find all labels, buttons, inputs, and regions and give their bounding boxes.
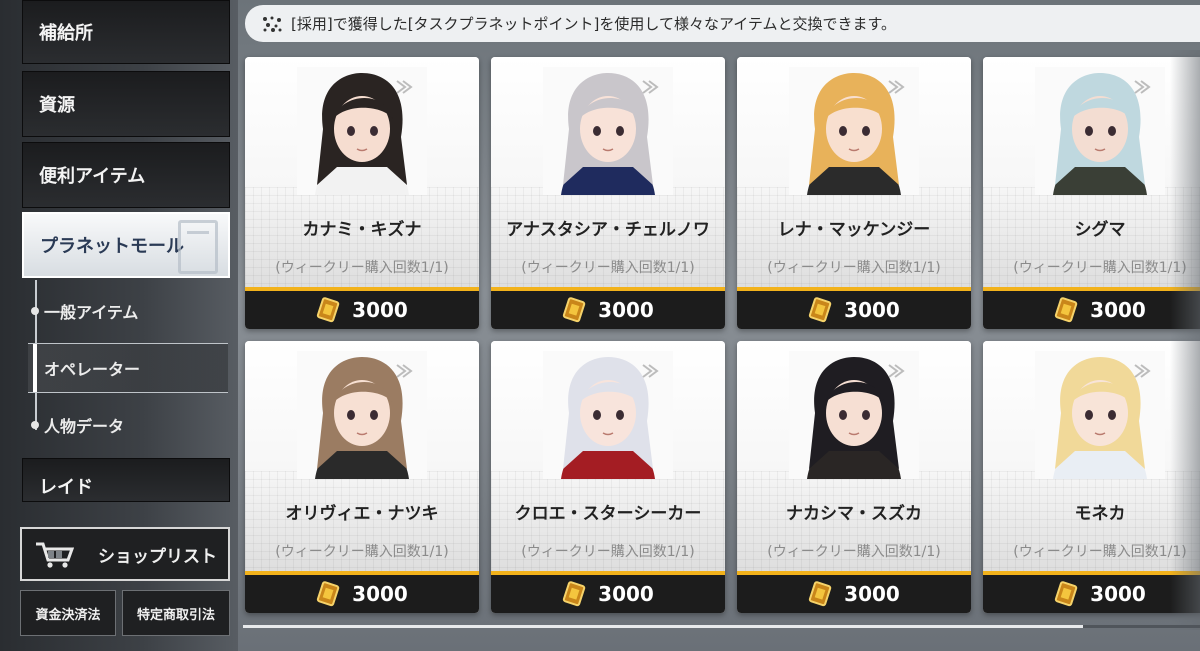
gold-ticket-icon xyxy=(1055,581,1078,607)
operator-name: アナスタシア・チェルノワ xyxy=(506,220,710,240)
gold-ticket-icon xyxy=(1055,297,1078,323)
gold-ticket-icon xyxy=(809,581,832,607)
price-bar: 3000 xyxy=(491,287,725,329)
operator-name: シグマ xyxy=(1074,220,1126,240)
fund-settlement-act-button[interactable]: 資金決済法 xyxy=(20,590,116,636)
sidebar-item-convenience[interactable]: 便利アイテム xyxy=(22,142,230,208)
purchase-limit: (ウィークリー購入回数1/1) xyxy=(767,544,941,560)
price-value: 3000 xyxy=(598,582,654,606)
operator-card[interactable]: アナスタシア・チェルノワ (ウィークリー購入回数1/1) 3000 xyxy=(491,57,725,329)
sparkle-dots-icon xyxy=(263,16,282,32)
operator-card[interactable]: シグマ (ウィークリー購入回数1/1) 3000 xyxy=(983,57,1200,329)
info-banner: [採用]で獲得した[タスクプラネットポイント]を使用して様々なアイテムと交換でき… xyxy=(245,5,1200,42)
operator-portrait xyxy=(1035,351,1165,479)
price-bar: 3000 xyxy=(983,287,1200,329)
operator-card[interactable]: クロエ・スターシーカー (ウィークリー購入回数1/1) 3000 xyxy=(491,341,725,613)
purchase-limit: (ウィークリー購入回数1/1) xyxy=(1013,544,1187,560)
purchase-limit: (ウィークリー購入回数1/1) xyxy=(275,260,449,276)
sidebar-item-raid[interactable]: レイド xyxy=(22,458,230,502)
shop-list-label: ショップリスト xyxy=(98,546,217,567)
operator-card[interactable]: オリヴィエ・ナツキ (ウィークリー購入回数1/1) 3000 xyxy=(245,341,479,613)
banner-text: [採用]で獲得した[タスクプラネットポイント]を使用して様々なアイテムと交換でき… xyxy=(291,15,896,33)
shopping-cart-icon xyxy=(36,542,74,568)
bullet-dot-icon xyxy=(31,421,39,429)
price-bar: 3000 xyxy=(983,571,1200,613)
commercial-transactions-act-button[interactable]: 特定商取引法 xyxy=(122,590,230,636)
gold-ticket-icon xyxy=(563,581,586,607)
purchase-limit: (ウィークリー購入回数1/1) xyxy=(521,544,695,560)
operator-name: レナ・マッケンジー xyxy=(777,220,931,240)
price-value: 3000 xyxy=(844,582,900,606)
operator-name: ナカシマ・スズカ xyxy=(786,504,922,524)
gold-ticket-icon xyxy=(317,581,340,607)
operator-name: カナミ・キズナ xyxy=(302,220,422,240)
purchase-limit: (ウィークリー購入回数1/1) xyxy=(1013,260,1187,276)
operator-portrait xyxy=(543,351,673,479)
sidebar-item-resources[interactable]: 資源 xyxy=(22,71,230,137)
operator-name: クロエ・スターシーカー xyxy=(514,504,702,524)
gold-ticket-icon xyxy=(563,297,586,323)
sidebar-item-planet-mall[interactable]: プラネットモール xyxy=(22,212,230,278)
operator-name: モネカ xyxy=(1074,504,1126,524)
horizontal-scrollbar[interactable] xyxy=(243,625,1200,628)
book-icon xyxy=(178,220,218,274)
price-bar: 3000 xyxy=(737,287,971,329)
bullet-dot-icon xyxy=(31,307,39,315)
gold-ticket-icon xyxy=(809,297,832,323)
shop-list-button[interactable]: ショップリスト xyxy=(20,527,230,581)
subitem-character-data[interactable]: 人物データ xyxy=(28,402,228,448)
price-value: 3000 xyxy=(598,298,654,322)
operator-portrait xyxy=(543,67,673,195)
price-bar: 3000 xyxy=(245,571,479,613)
operator-portrait xyxy=(297,351,427,479)
price-value: 3000 xyxy=(1090,298,1146,322)
subitem-operators[interactable]: オペレーター xyxy=(28,343,228,393)
purchase-limit: (ウィークリー購入回数1/1) xyxy=(275,544,449,560)
subitem-general-items[interactable]: 一般アイテム xyxy=(28,288,228,334)
sidebar-item-supply[interactable]: 補給所 xyxy=(22,0,230,64)
price-value: 3000 xyxy=(1090,582,1146,606)
purchase-limit: (ウィークリー購入回数1/1) xyxy=(767,260,941,276)
sidebar-item-label: プラネットモール xyxy=(40,236,184,257)
price-bar: 3000 xyxy=(737,571,971,613)
purchase-limit: (ウィークリー購入回数1/1) xyxy=(521,260,695,276)
operator-card[interactable]: カナミ・キズナ (ウィークリー購入回数1/1) 3000 xyxy=(245,57,479,329)
price-bar: 3000 xyxy=(245,287,479,329)
operator-portrait xyxy=(789,351,919,479)
operator-card[interactable]: モネカ (ウィークリー購入回数1/1) 3000 xyxy=(983,341,1200,613)
subitem-label: 人物データ xyxy=(44,417,125,436)
sidebar: 補給所 資源 便利アイテム プラネットモール 一般アイテム オペレーター 人物デ… xyxy=(0,0,238,651)
operator-card[interactable]: レナ・マッケンジー (ウィークリー購入回数1/1) 3000 xyxy=(737,57,971,329)
gold-ticket-icon xyxy=(317,297,340,323)
subitem-label: オペレーター xyxy=(44,360,141,379)
operator-portrait xyxy=(297,67,427,195)
subitem-label: 一般アイテム xyxy=(44,303,139,322)
price-bar: 3000 xyxy=(491,571,725,613)
price-value: 3000 xyxy=(844,298,900,322)
price-value: 3000 xyxy=(352,298,408,322)
operator-portrait xyxy=(789,67,919,195)
price-value: 3000 xyxy=(352,582,408,606)
operator-name: オリヴィエ・ナツキ xyxy=(285,504,439,524)
operator-card[interactable]: ナカシマ・スズカ (ウィークリー購入回数1/1) 3000 xyxy=(737,341,971,613)
scrollbar-thumb[interactable] xyxy=(243,625,1083,628)
operator-portrait xyxy=(1035,67,1165,195)
